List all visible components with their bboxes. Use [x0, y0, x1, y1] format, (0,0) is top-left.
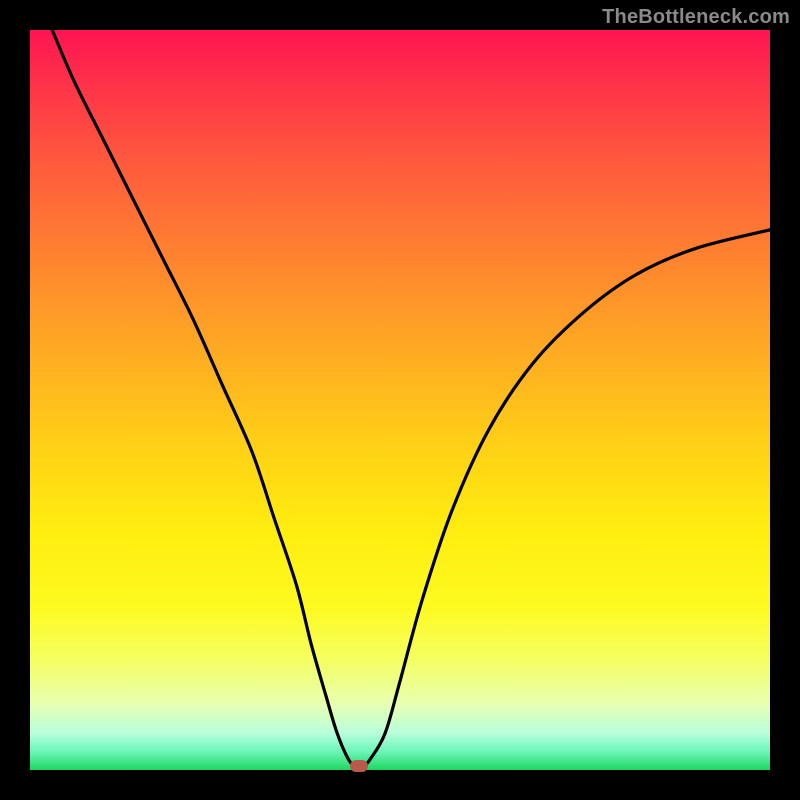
watermark-text: TheBottleneck.com	[602, 6, 790, 29]
optimal-marker	[350, 760, 368, 772]
chart-container: TheBottleneck.com	[0, 0, 800, 800]
curve-svg	[30, 30, 770, 770]
plot-area	[30, 30, 770, 770]
bottleneck-curve	[52, 30, 770, 767]
